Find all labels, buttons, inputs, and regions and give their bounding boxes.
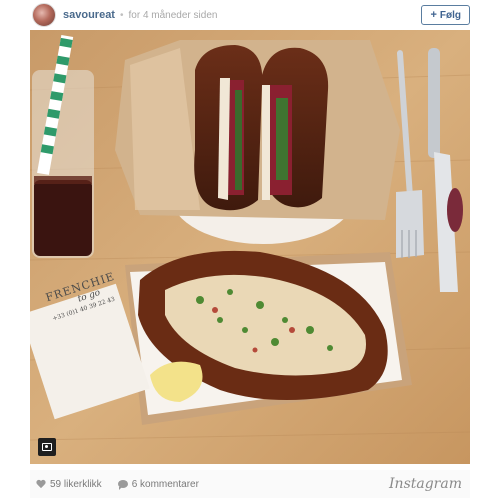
comments-stat[interactable]: 6 kommentarer — [117, 478, 199, 490]
separator-dot: • — [119, 9, 124, 21]
food-photo-illustration — [30, 30, 470, 464]
plus-icon: + — [430, 9, 437, 21]
photo-badge — [38, 438, 56, 456]
likes-count: 59 likerklikk — [50, 478, 102, 490]
post-photo[interactable]: FRENCHIE to go +33 (0)1 40 39 22 43 — [30, 30, 470, 464]
follow-label: Følg — [439, 9, 461, 21]
follow-button[interactable]: + Følg — [421, 5, 470, 25]
instagram-logo[interactable]: Instagram — [389, 476, 462, 492]
avatar[interactable] — [32, 3, 56, 27]
post-timestamp[interactable]: for 4 måneder siden — [129, 10, 218, 21]
top-sandwich — [115, 40, 400, 244]
comment-icon — [117, 480, 128, 490]
post-footer: 59 likerklikk 6 kommentarer Instagram — [30, 470, 470, 498]
likes-stat[interactable]: 59 likerklikk — [36, 479, 102, 490]
post-header: savoureat • for 4 måneder siden + Følg — [30, 0, 470, 30]
camera-icon — [42, 443, 52, 451]
username-link[interactable]: savoureat — [63, 9, 115, 21]
heart-icon — [36, 480, 46, 489]
comments-count: 6 kommentarer — [131, 478, 199, 490]
